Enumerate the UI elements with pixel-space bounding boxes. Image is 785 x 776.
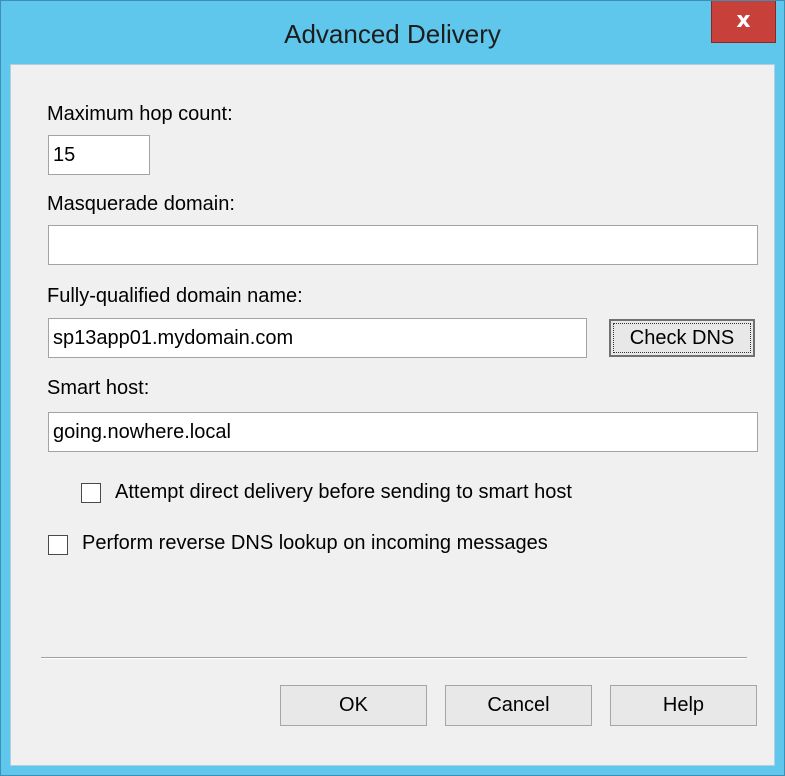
direct-delivery-checkbox[interactable] bbox=[81, 483, 101, 503]
dialog-title: Advanced Delivery bbox=[284, 19, 501, 49]
cancel-button[interactable]: Cancel bbox=[445, 685, 592, 726]
max-hop-count-input[interactable]: 15 bbox=[48, 135, 150, 175]
close-button[interactable]: x bbox=[711, 1, 776, 43]
help-button[interactable]: Help bbox=[610, 685, 757, 726]
check-dns-button[interactable]: Check DNS bbox=[609, 319, 755, 357]
close-icon: x bbox=[736, 8, 751, 33]
direct-delivery-label[interactable]: Attempt direct delivery before sending t… bbox=[115, 481, 572, 504]
max-hop-count-label: Maximum hop count: bbox=[47, 103, 233, 125]
dialog-body: Maximum hop count: 15 Masquerade domain:… bbox=[10, 64, 775, 766]
fqdn-label: Fully-qualified domain name: bbox=[47, 285, 303, 307]
separator bbox=[41, 657, 747, 659]
smart-host-input[interactable]: going.nowhere.local bbox=[48, 412, 758, 452]
smart-host-label: Smart host: bbox=[47, 377, 150, 399]
masquerade-domain-input[interactable] bbox=[48, 225, 758, 265]
fqdn-input[interactable]: sp13app01.mydomain.com bbox=[48, 318, 587, 358]
ok-button[interactable]: OK bbox=[280, 685, 427, 726]
reverse-dns-label[interactable]: Perform reverse DNS lookup on incoming m… bbox=[82, 532, 548, 555]
reverse-dns-checkbox[interactable] bbox=[48, 535, 68, 555]
masquerade-domain-label: Masquerade domain: bbox=[47, 193, 235, 215]
advanced-delivery-dialog: Advanced Delivery x Maximum hop count: 1… bbox=[0, 0, 785, 776]
